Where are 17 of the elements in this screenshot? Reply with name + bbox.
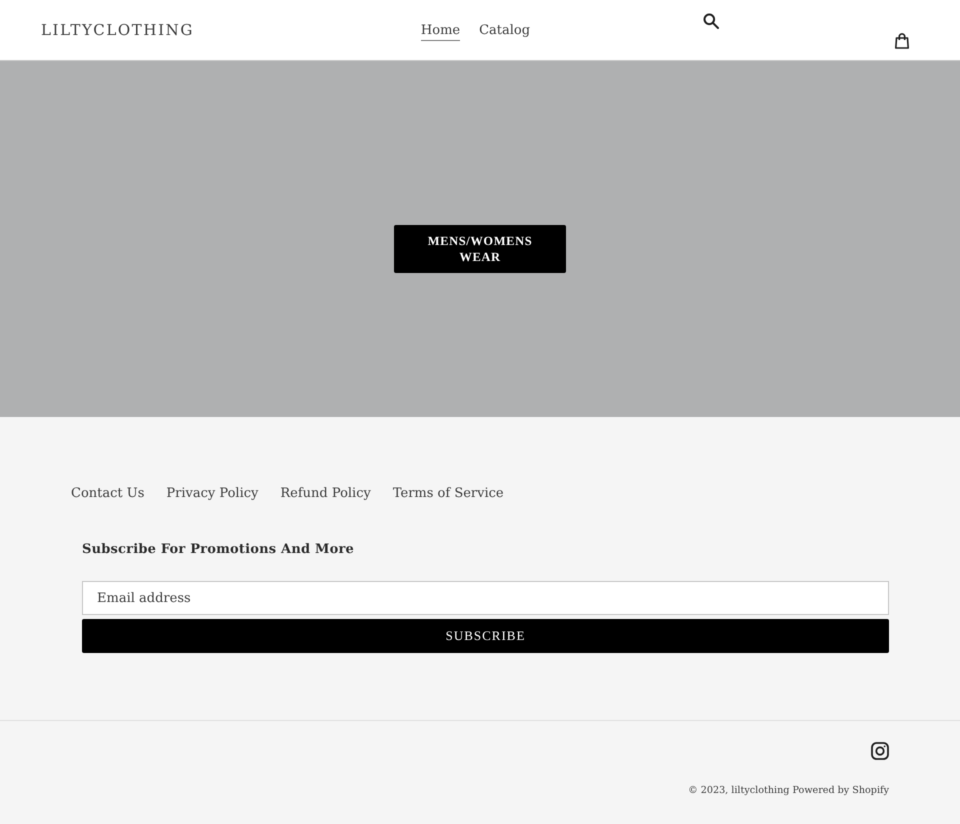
nav-link[interactable]: Home — [420, 20, 460, 40]
subscribe-button[interactable]: SUBSCRIBE — [82, 619, 889, 653]
email-field[interactable]: Email address — [82, 581, 889, 615]
instagram-icon[interactable] — [871, 742, 889, 760]
store-logo[interactable]: LILTYCLOTHING — [41, 21, 194, 39]
copyright-text: © 2023, liltyclothing Powered by Shopify — [688, 784, 889, 798]
footer-link[interactable]: Contact Us — [71, 485, 144, 503]
search-icon[interactable] — [703, 13, 719, 29]
nav-link[interactable]: Catalog — [479, 20, 530, 40]
footer-link[interactable]: Refund Policy — [280, 485, 371, 503]
newsletter-heading: Subscribe For Promotions And More — [82, 541, 354, 559]
footer-link[interactable]: Terms of Service — [392, 485, 504, 503]
store-link[interactable]: liltyclothing — [731, 785, 790, 796]
powered-by-link[interactable]: Powered by Shopify — [792, 785, 889, 796]
hero-button[interactable]: MENS/WOMENS WEAR — [394, 225, 566, 273]
bag-icon[interactable] — [894, 33, 910, 49]
footer-link[interactable]: Privacy Policy — [166, 485, 258, 503]
